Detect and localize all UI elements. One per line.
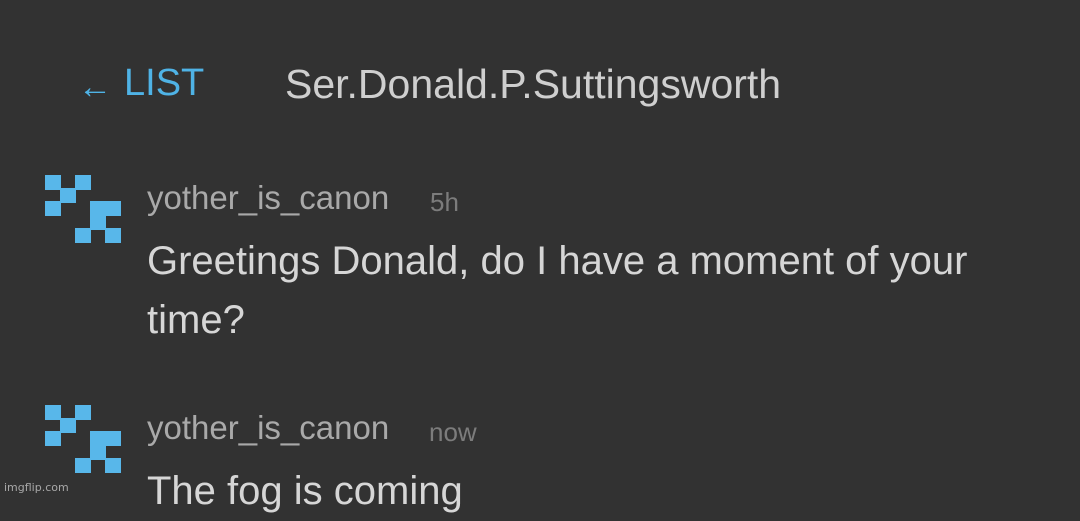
watermark-text: imgflip.com — [4, 481, 69, 494]
message-timestamp: 5h — [430, 187, 459, 217]
message-username[interactable]: yother_is_canon — [147, 179, 389, 217]
avatar-icon[interactable] — [45, 405, 121, 473]
message-timestamp: now — [429, 417, 477, 447]
back-to-list-button[interactable]: ← LIST — [78, 62, 205, 106]
message-text: The fog is coming — [147, 469, 463, 513]
message-username[interactable]: yother_is_canon — [147, 409, 389, 447]
message-text: Greetings Donald, do I have a moment of … — [147, 239, 968, 342]
conversation-title: Ser.Donald.P.Suttingsworth — [285, 61, 782, 107]
back-arrow-icon: ← — [78, 68, 112, 106]
conversation-header: ← LIST Ser.Donald.P.Suttingsworth — [0, 0, 1080, 130]
avatar-icon[interactable] — [45, 175, 121, 243]
back-label: LIST — [124, 62, 205, 104]
